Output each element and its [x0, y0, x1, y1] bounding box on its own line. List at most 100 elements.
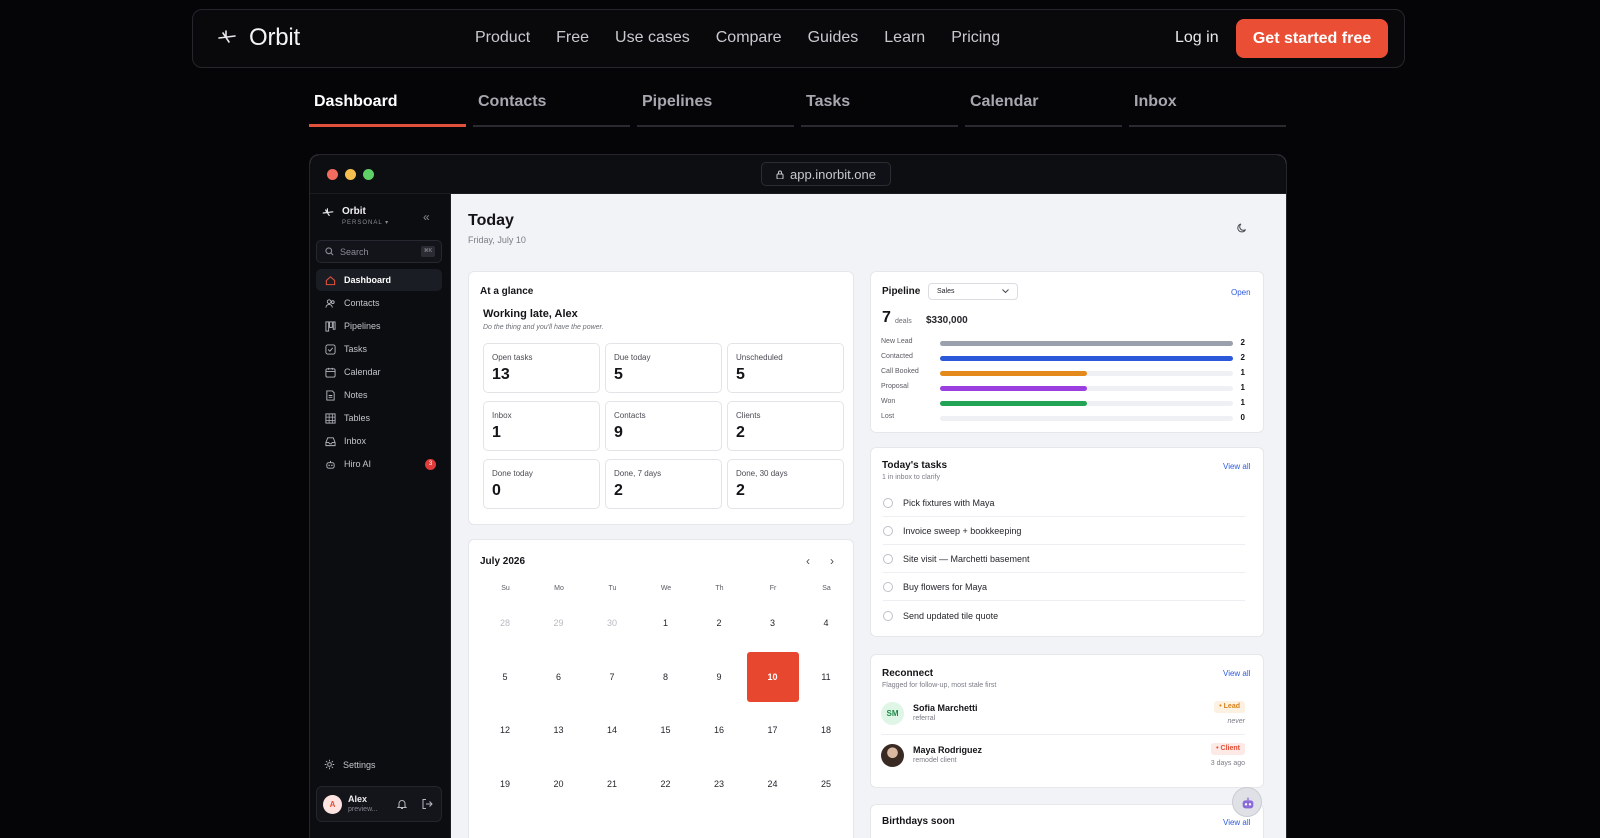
sidebar-item-pipelines[interactable]: Pipelines	[316, 315, 442, 337]
task-checkbox[interactable]	[883, 526, 893, 536]
stat-label: Done, 30 days	[736, 469, 788, 478]
task-checkbox[interactable]	[883, 610, 893, 621]
stat-tile[interactable]: Unscheduled 5	[727, 343, 844, 393]
get-started-button[interactable]: Get started free	[1236, 19, 1388, 58]
tab-dashboard[interactable]: Dashboard	[309, 90, 466, 127]
view-all-birthdays-link[interactable]: View all	[1223, 818, 1250, 827]
pipeline-stage-row[interactable]: Call Booked 1	[881, 367, 1245, 380]
pipeline-stage-row[interactable]: Lost 0	[881, 412, 1245, 425]
nav-product[interactable]: Product	[475, 29, 530, 47]
calendar-day[interactable]: 19	[479, 759, 531, 809]
pipeline-stage-row[interactable]: Proposal 1	[881, 382, 1245, 395]
assistant-fab[interactable]	[1232, 787, 1262, 817]
task-item[interactable]: Send updated tile quote	[883, 602, 1245, 629]
contact-row[interactable]: Maya Rodriguez remodel client • Client 3 da…	[881, 739, 1245, 777]
user-menu[interactable]: A Alex preview...	[316, 786, 442, 822]
sidebar-item-tables[interactable]: Tables	[316, 407, 442, 429]
collapse-sidebar-icon[interactable]: «	[423, 210, 430, 224]
stat-tile[interactable]: Due today 5	[605, 343, 722, 393]
task-item[interactable]: Invoice sweep + bookkeeping	[883, 518, 1245, 545]
calendar-day[interactable]: 21	[586, 759, 638, 809]
calendar-day[interactable]: 30	[586, 598, 638, 648]
calendar-day[interactable]: 25	[800, 759, 852, 809]
calendar-day[interactable]: 12	[479, 705, 531, 755]
calendar-day[interactable]: 1	[640, 598, 692, 648]
contact-row[interactable]: SM Sofia Marchetti referral • Lead never	[881, 697, 1245, 735]
calendar-day[interactable]: 14	[586, 705, 638, 755]
nav-free[interactable]: Free	[556, 29, 589, 47]
sidebar-item-dashboard[interactable]: Dashboard	[316, 269, 442, 291]
calendar-day[interactable]: 4	[800, 598, 852, 648]
calendar-day[interactable]: 2	[693, 598, 745, 648]
stat-tile[interactable]: Inbox 1	[483, 401, 600, 451]
calendar-day[interactable]: 20	[533, 759, 585, 809]
calendar-day[interactable]: 11	[800, 652, 852, 702]
sidebar-item-hiro-ai[interactable]: Hiro AI 3	[316, 453, 442, 475]
sidebar-search[interactable]: Search ⌘K	[316, 240, 442, 263]
task-item[interactable]: Pick fixtures with Maya	[883, 490, 1245, 517]
dashboard-main: Today Friday, July 10 At a glance Workin…	[452, 194, 1286, 838]
pipeline-stage-row[interactable]: Won 1	[881, 397, 1245, 410]
sidebar-item-inbox[interactable]: Inbox	[316, 430, 442, 452]
tab-calendar[interactable]: Calendar	[965, 90, 1122, 127]
nav-guides[interactable]: Guides	[808, 29, 859, 47]
logout-icon[interactable]	[421, 798, 433, 810]
calendar-day[interactable]: 5	[479, 652, 531, 702]
calendar-day[interactable]: 28	[479, 598, 531, 648]
sidebar-item-contacts[interactable]: Contacts	[316, 292, 442, 314]
calendar-day[interactable]: 23	[693, 759, 745, 809]
stat-tile[interactable]: Done today 0	[483, 459, 600, 509]
calendar-day[interactable]: 24	[747, 759, 799, 809]
login-link[interactable]: Log in	[1175, 29, 1219, 47]
view-all-reconnect-link[interactable]: View all	[1223, 669, 1250, 678]
task-checkbox[interactable]	[883, 498, 893, 508]
calendar-day[interactable]: 6	[533, 652, 585, 702]
moon-icon[interactable]	[1236, 222, 1248, 234]
calendar-day[interactable]: 3	[747, 598, 799, 648]
workspace-switcher[interactable]: Orbit PERSONAL ▾	[322, 206, 389, 226]
calendar-day[interactable]: 13	[533, 705, 585, 755]
calendar-day[interactable]: 8	[640, 652, 692, 702]
next-month-button[interactable]: ›	[830, 554, 834, 568]
stat-tile[interactable]: Done, 7 days 2	[605, 459, 722, 509]
pipeline-select[interactable]: Sales	[928, 283, 1018, 300]
nav-use-cases[interactable]: Use cases	[615, 29, 690, 47]
stat-value: 5	[614, 366, 623, 383]
user-email: preview...	[348, 806, 378, 813]
calendar-day[interactable]: 22	[640, 759, 692, 809]
tab-inbox[interactable]: Inbox	[1129, 90, 1286, 127]
task-item[interactable]: Buy flowers for Maya	[883, 574, 1245, 601]
task-item[interactable]: Site visit — Marchetti basement	[883, 546, 1245, 573]
task-checkbox[interactable]	[883, 582, 893, 592]
task-checkbox[interactable]	[883, 554, 893, 564]
stat-tile[interactable]: Contacts 9	[605, 401, 722, 451]
pipeline-stage-row[interactable]: Contacted 2	[881, 352, 1245, 365]
nav-pricing[interactable]: Pricing	[951, 29, 1000, 47]
calendar-day[interactable]: 9	[693, 652, 745, 702]
stat-tile[interactable]: Open tasks 13	[483, 343, 600, 393]
tab-contacts[interactable]: Contacts	[473, 90, 630, 127]
brand-logo[interactable]: Orbit	[217, 24, 300, 52]
sidebar-item-tasks[interactable]: Tasks	[316, 338, 442, 360]
calendar-day-today[interactable]: 10	[746, 651, 799, 702]
pipeline-stage-row[interactable]: New Lead 2	[881, 337, 1245, 350]
calendar-day[interactable]: 29	[533, 598, 585, 648]
calendar-day[interactable]: 18	[800, 705, 852, 755]
prev-month-button[interactable]: ‹	[806, 554, 810, 568]
sidebar-item-calendar[interactable]: Calendar	[316, 361, 442, 383]
calendar-day[interactable]: 7	[586, 652, 638, 702]
tab-pipelines[interactable]: Pipelines	[637, 90, 794, 127]
nav-learn[interactable]: Learn	[884, 29, 925, 47]
stat-tile[interactable]: Done, 30 days 2	[727, 459, 844, 509]
view-all-tasks-link[interactable]: View all	[1223, 462, 1250, 471]
bell-icon[interactable]	[396, 798, 408, 810]
nav-compare[interactable]: Compare	[716, 29, 782, 47]
calendar-day[interactable]: 17	[747, 705, 799, 755]
stat-tile[interactable]: Clients 2	[727, 401, 844, 451]
calendar-day[interactable]: 15	[640, 705, 692, 755]
tab-tasks[interactable]: Tasks	[801, 90, 958, 127]
calendar-day[interactable]: 16	[693, 705, 745, 755]
open-pipeline-link[interactable]: Open	[1231, 288, 1251, 297]
sidebar-item-settings[interactable]: Settings	[324, 759, 376, 770]
sidebar-item-notes[interactable]: Notes	[316, 384, 442, 406]
